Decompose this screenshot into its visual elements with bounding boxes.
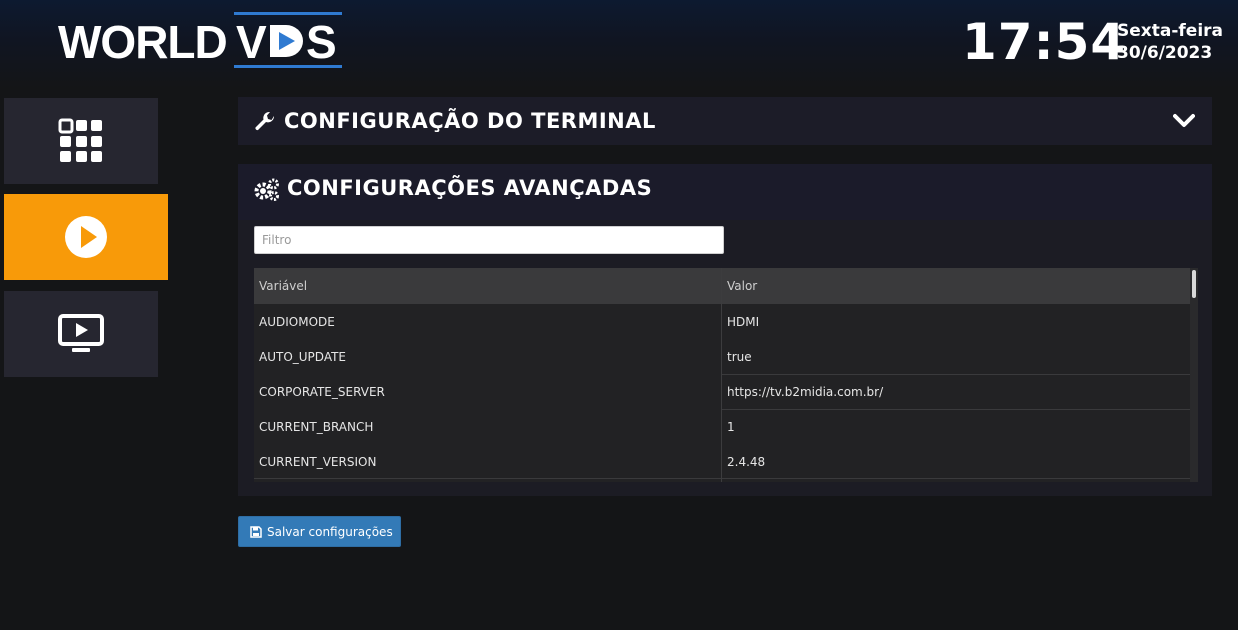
logo-s-letter: S [306, 16, 337, 68]
wrench-icon [255, 111, 275, 131]
table-row[interactable]: CURRENT_BRANCH 1 [254, 409, 1190, 444]
table-header: Variável Valor [254, 268, 1190, 304]
table-row[interactable]: CORPORATE_SERVER https://tv.b2midia.com.… [254, 374, 1190, 409]
cell-variable: CURRENT_BRANCH [259, 420, 374, 434]
clock-time: 17:54 [962, 13, 1127, 71]
sidebar-item-player[interactable] [4, 194, 168, 280]
logo-v-letter: V [236, 16, 267, 68]
monitor-play-icon [58, 314, 104, 352]
sidebar-item-apps[interactable] [4, 98, 158, 184]
floppy-disk-icon [250, 525, 262, 538]
table-row[interactable]: CURRENT_VERSION 2.4.48 [254, 444, 1190, 479]
sidebar-item-screen[interactable] [4, 291, 158, 377]
chevron-down-icon[interactable] [1173, 113, 1195, 129]
cell-value: true [727, 350, 752, 364]
save-settings-button[interactable]: Salvar configurações [238, 516, 401, 547]
cell-value: https://tv.b2midia.com.br/ [727, 385, 884, 399]
save-settings-label: Salvar configurações [267, 524, 393, 539]
header-valor[interactable]: Valor [727, 279, 757, 293]
variables-table: Variável Valor AUDIOMODE HDMI AUTO_UPDAT… [254, 268, 1198, 482]
scrollbar-thumb[interactable] [1192, 270, 1196, 298]
cell-variable: CORPORATE_SERVER [259, 385, 385, 399]
advanced-config-panel: CONFIGURAÇÕES AVANÇADAS Variável Valor A… [238, 164, 1212, 496]
gears-icon [254, 178, 279, 201]
date-display: Sexta-feira 30/6/2023 [1117, 20, 1223, 64]
logo-top-bar [234, 12, 342, 15]
cell-value: HDMI [727, 315, 760, 329]
date-label: 30/6/2023 [1117, 43, 1213, 63]
filter-input[interactable] [254, 226, 724, 254]
play-circle-icon [65, 216, 107, 258]
logo-world-text: WORLD [58, 16, 228, 68]
play-d-icon [270, 25, 303, 57]
logo-bottom-bar [234, 65, 342, 68]
advanced-config-title: CONFIGURAÇÕES AVANÇADAS [287, 176, 653, 200]
table-row[interactable]: AUTO_UPDATE true [254, 339, 1190, 374]
table-row[interactable]: AUDIOMODE HDMI [254, 304, 1190, 339]
cell-value: 2.4.48 [727, 455, 766, 469]
weekday-label: Sexta-feira [1117, 21, 1224, 41]
world-vds-logo: WORLD V S [58, 12, 348, 72]
cell-variable: AUDIOMODE [259, 315, 335, 329]
cell-variable: CURRENT_VERSION [259, 455, 377, 469]
table-scrollbar[interactable] [1190, 268, 1198, 482]
advanced-config-header[interactable]: CONFIGURAÇÕES AVANÇADAS [238, 164, 1212, 220]
terminal-config-title: CONFIGURAÇÃO DO TERMINAL [284, 109, 656, 133]
cell-value: 1 [727, 420, 735, 434]
header-variavel[interactable]: Variável [259, 279, 307, 293]
column-divider [721, 268, 722, 482]
cell-variable: AUTO_UPDATE [259, 350, 347, 364]
terminal-config-panel[interactable]: CONFIGURAÇÃO DO TERMINAL [238, 97, 1212, 145]
apps-grid-icon [58, 118, 102, 162]
logo-vds: V S [234, 12, 342, 68]
row-divider [254, 478, 1190, 479]
